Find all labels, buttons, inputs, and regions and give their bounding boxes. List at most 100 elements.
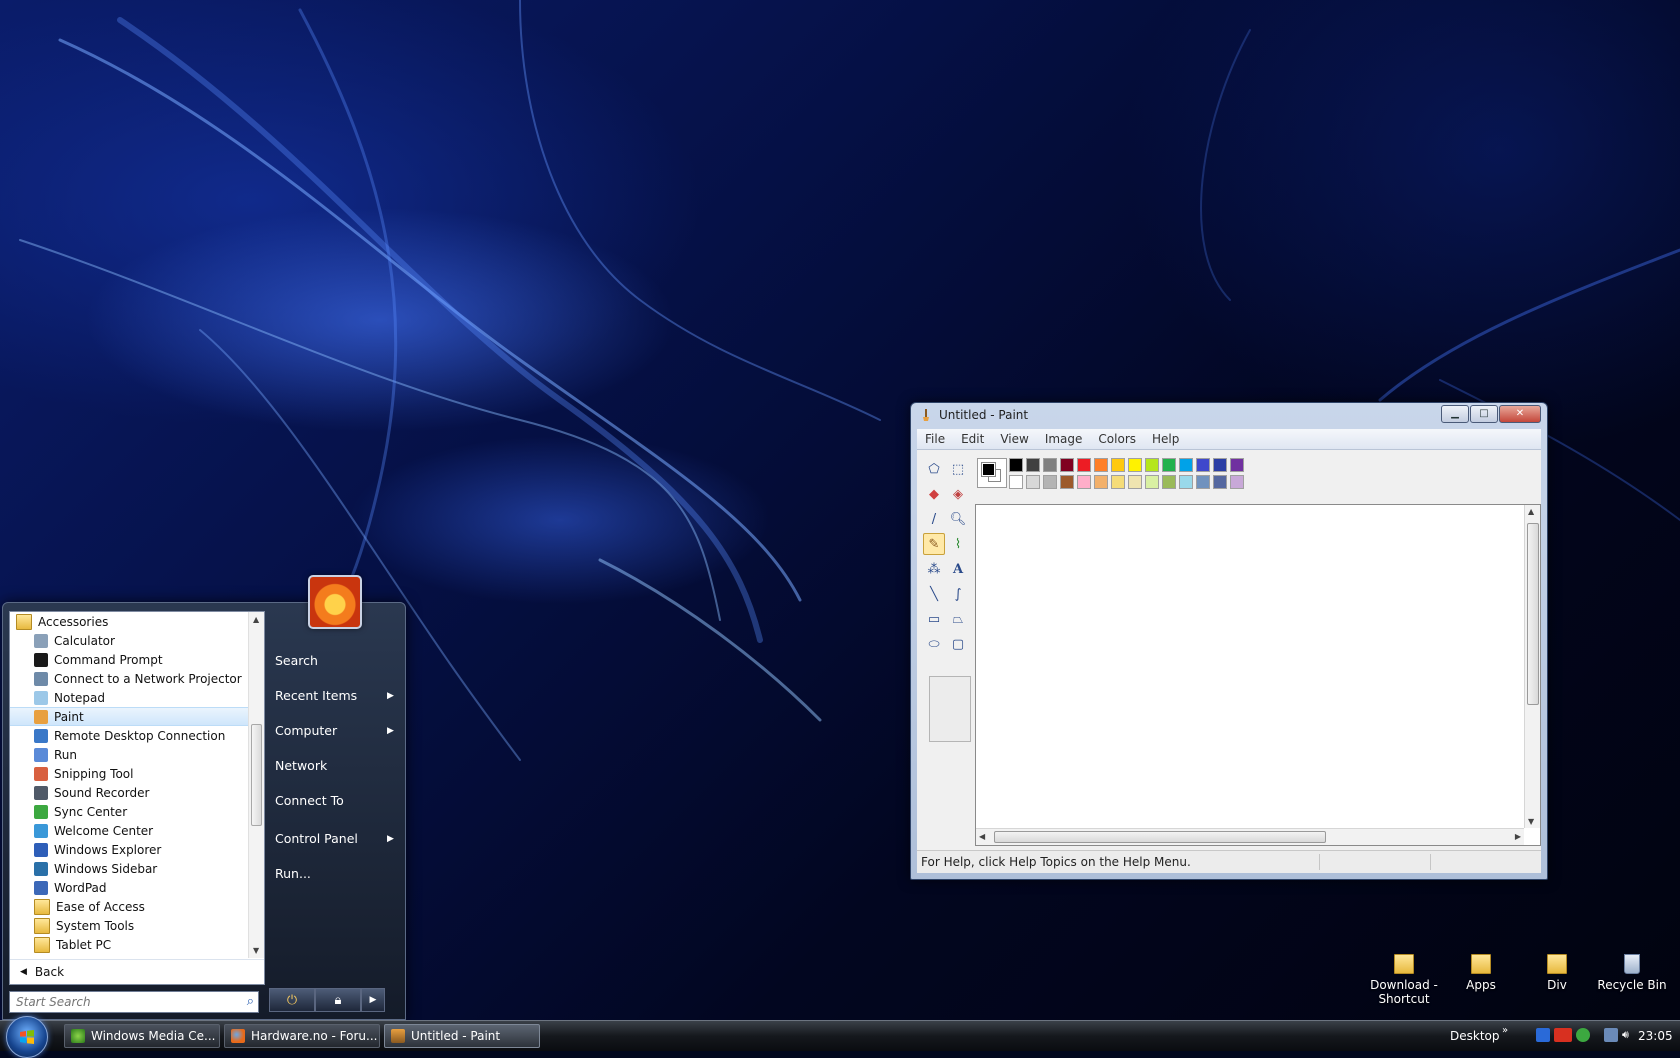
palette-color-swatch[interactable] (1162, 475, 1176, 489)
ellipse-icon[interactable]: ⬭ (923, 633, 945, 655)
desktop-icon-apps[interactable]: Apps (1441, 954, 1521, 992)
tray-app-icon[interactable] (1536, 1028, 1550, 1042)
start-program-item[interactable]: Windows Sidebar (10, 859, 248, 878)
pick-color-icon[interactable]: / (923, 508, 945, 530)
start-right-run[interactable]: Run... (275, 866, 311, 881)
palette-color-swatch[interactable] (1111, 458, 1125, 472)
search-icon[interactable]: ⌕ (247, 994, 254, 1009)
start-subfolder-item[interactable]: Ease of Access (10, 897, 248, 916)
scroll-right-icon[interactable]: ▶ (1515, 832, 1521, 841)
palette-color-swatch[interactable] (1162, 458, 1176, 472)
curve-icon[interactable]: ∫ (947, 583, 969, 605)
tool-options-box[interactable] (929, 676, 971, 742)
folder-accessories[interactable]: Accessories (10, 612, 248, 631)
start-search-input[interactable] (14, 994, 228, 1010)
start-program-item[interactable]: Snipping Tool (10, 764, 248, 783)
palette-color-swatch[interactable] (1026, 475, 1040, 489)
menu-colors[interactable]: Colors (1090, 432, 1144, 446)
scroll-left-icon[interactable]: ◀ (979, 832, 985, 841)
minimize-button[interactable]: ▁ (1441, 405, 1469, 423)
start-program-item[interactable]: Calculator (10, 631, 248, 650)
maximize-button[interactable]: □ (1470, 405, 1498, 423)
start-program-item[interactable]: Notepad (10, 688, 248, 707)
palette-color-swatch[interactable] (1060, 475, 1074, 489)
palette-color-swatch[interactable] (1060, 458, 1074, 472)
palette-color-swatch[interactable] (1230, 475, 1244, 489)
palette-color-swatch[interactable] (1145, 458, 1159, 472)
free-form-select-icon[interactable]: ⬠ (923, 458, 945, 480)
text-icon[interactable]: A (947, 558, 969, 580)
scroll-up-icon[interactable]: ▲ (253, 615, 259, 624)
palette-color-swatch[interactable] (1077, 458, 1091, 472)
magnifier-icon[interactable]: 🔍︎ (947, 508, 969, 530)
airbrush-icon[interactable]: ⁂ (923, 558, 945, 580)
palette-color-swatch[interactable] (1128, 475, 1142, 489)
taskbar-button-paint[interactable]: Untitled - Paint (384, 1024, 540, 1048)
start-right-computer[interactable]: Computer (275, 723, 337, 738)
power-button[interactable]: ⏻ (269, 988, 315, 1012)
palette-color-swatch[interactable] (1111, 475, 1125, 489)
palette-color-swatch[interactable] (1043, 475, 1057, 489)
menu-image[interactable]: Image (1037, 432, 1091, 446)
start-right-search[interactable]: Search (275, 653, 318, 668)
select-icon[interactable]: ⬚ (947, 458, 969, 480)
scroll-down-icon[interactable]: ▼ (253, 946, 259, 955)
start-right-connect-to[interactable]: Connect To (275, 793, 344, 808)
palette-color-swatch[interactable] (1009, 475, 1023, 489)
scroll-down-icon[interactable]: ▼ (1528, 817, 1534, 826)
scroll-up-icon[interactable]: ▲ (1528, 507, 1534, 516)
line-icon[interactable]: ╲ (923, 583, 945, 605)
polygon-icon[interactable]: ⏢ (947, 608, 969, 630)
paint-titlebar[interactable]: Untitled - Paint ▁ □ ✕ (911, 403, 1547, 427)
start-right-control-panel[interactable]: Control Panel (275, 831, 358, 846)
menu-edit[interactable]: Edit (953, 432, 992, 446)
fill-with-color-icon[interactable]: ◈ (947, 483, 969, 505)
desktop-icon-recycle-bin[interactable]: Recycle Bin (1592, 954, 1672, 992)
volume-icon[interactable]: 🔊︎ (1622, 1028, 1636, 1042)
rectangle-icon[interactable]: ▭ (923, 608, 945, 630)
start-subfolder-item[interactable]: Tablet PC (10, 935, 248, 954)
drawing-canvas[interactable]: ▲ ▼ ◀ ▶ (975, 504, 1541, 846)
taskbar-button-firefox[interactable]: Hardware.no - Foru... (224, 1024, 380, 1048)
paint-window[interactable]: Untitled - Paint ▁ □ ✕ File Edit View Im… (910, 402, 1548, 880)
palette-color-swatch[interactable] (1094, 475, 1108, 489)
palette-color-swatch[interactable] (1213, 475, 1227, 489)
shutdown-options-button[interactable]: ▶ (361, 988, 385, 1012)
start-program-item[interactable]: Welcome Center (10, 821, 248, 840)
palette-color-swatch[interactable] (1094, 458, 1108, 472)
rounded-rectangle-icon[interactable]: ▢ (947, 633, 969, 655)
start-program-item[interactable]: Sync Center (10, 802, 248, 821)
update-icon[interactable] (1576, 1028, 1590, 1042)
palette-color-swatch[interactable] (1128, 458, 1142, 472)
ati-catalyst-icon[interactable] (1554, 1028, 1572, 1042)
pencil-icon[interactable]: ✎ (923, 533, 945, 555)
toolbar-overflow-chevron-icon[interactable]: » (1502, 1025, 1508, 1036)
start-search-box[interactable]: ⌕ (9, 991, 259, 1013)
start-program-item[interactable]: Sound Recorder (10, 783, 248, 802)
back-button[interactable]: ◀ Back (10, 959, 264, 984)
palette-color-swatch[interactable] (1179, 475, 1193, 489)
start-program-item[interactable]: Connect to a Network Projector (10, 669, 248, 688)
palette-color-swatch[interactable] (1230, 458, 1244, 472)
palette-color-swatch[interactable] (1179, 458, 1193, 472)
menu-help[interactable]: Help (1144, 432, 1187, 446)
start-subfolder-item[interactable]: System Tools (10, 916, 248, 935)
user-picture-avatar[interactable] (308, 575, 362, 629)
close-button[interactable]: ✕ (1499, 405, 1541, 423)
start-program-item[interactable]: Paint (10, 707, 248, 726)
brush-icon[interactable]: ⌇ (947, 533, 969, 555)
palette-color-swatch[interactable] (1043, 458, 1057, 472)
desktop-icon-div[interactable]: Div (1517, 954, 1597, 992)
menu-file[interactable]: File (917, 432, 953, 446)
palette-color-swatch[interactable] (1196, 458, 1210, 472)
start-program-item[interactable]: Windows Explorer (10, 840, 248, 859)
menu-view[interactable]: View (992, 432, 1036, 446)
program-list-scrollbar[interactable]: ▲ ▼ (248, 612, 264, 958)
canvas-horizontal-scrollbar[interactable]: ◀ ▶ (976, 828, 1524, 845)
foreground-color-swatch[interactable] (981, 462, 996, 477)
eraser-icon[interactable]: ◆ (923, 483, 945, 505)
desktop-icon-download-shortcut[interactable]: Download - Shortcut (1364, 954, 1444, 1006)
start-program-item[interactable]: Run (10, 745, 248, 764)
program-list-scroll-thumb[interactable] (251, 724, 262, 826)
vertical-scroll-thumb[interactable] (1527, 523, 1539, 705)
